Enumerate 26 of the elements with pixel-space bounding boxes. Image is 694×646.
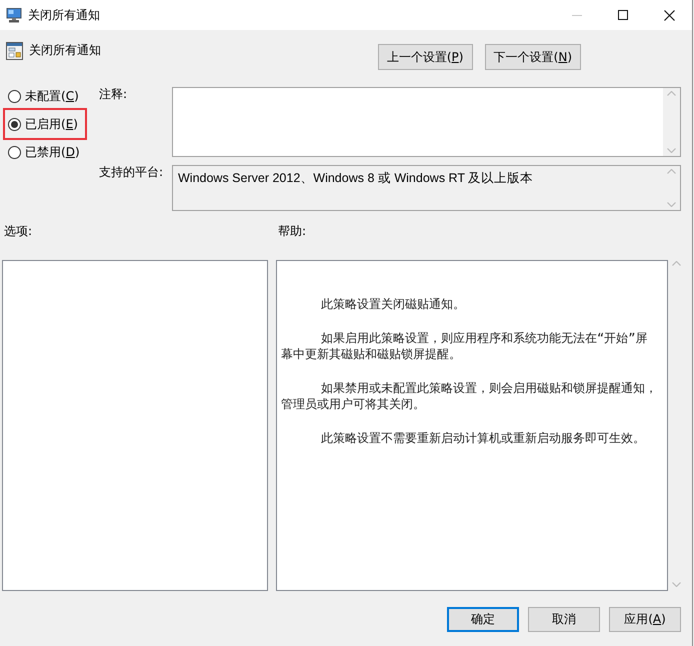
options-label: 选项: <box>4 224 32 238</box>
previous-setting-button[interactable]: 上一个设置(P) <box>378 44 473 70</box>
cancel-button[interactable]: 取消 <box>528 607 600 632</box>
dialog-window-icon <box>6 42 23 60</box>
supported-platform-text: Windows Server 2012、Windows 8 或 Windows RT 及以上版本 <box>177 170 534 187</box>
help-paragraph: 此策略设置关闭磁贴通知。 <box>320 296 466 312</box>
help-paragraph: 如果启用此策略设置，则应用程序和系统功能无法在“开始”屏幕中更新其磁贴和磁贴锁屏提醒。 <box>281 330 648 362</box>
ok-button[interactable]: 确定 <box>447 607 519 632</box>
computer-icon <box>6 7 22 23</box>
radio-button-icon[interactable] <box>8 146 21 158</box>
apply-button[interactable]: 应用(A) <box>609 607 681 632</box>
radio-option[interactable]: 已禁用(D) <box>8 145 80 159</box>
help-paragraph: 此策略设置不需要重新启动计算机或重新启动服务即可生效。 <box>320 430 646 446</box>
radio-option[interactable]: 未配置(C) <box>8 89 79 103</box>
comment-label: 注释: <box>99 87 128 101</box>
scrollbar[interactable] <box>663 88 680 156</box>
comment-field[interactable] <box>172 87 681 157</box>
help-paragraph: 如果禁用或未配置此策略设置，则会启用磁贴和锁屏提醒通知，管理员或用户可将其关闭。 <box>281 380 658 412</box>
policy-title: 关闭所有通知 <box>29 43 101 57</box>
supported-platform-label: 支持的平台: <box>99 165 164 179</box>
radio-option[interactable]: 已启用(E) <box>8 117 78 131</box>
help-label: 帮助: <box>278 224 306 238</box>
radio-button-icon[interactable] <box>8 90 21 102</box>
radio-button-icon[interactable] <box>8 118 21 130</box>
next-setting-button[interactable]: 下一个设置(N) <box>484 44 581 70</box>
window-title: 关闭所有通知 <box>28 8 100 22</box>
